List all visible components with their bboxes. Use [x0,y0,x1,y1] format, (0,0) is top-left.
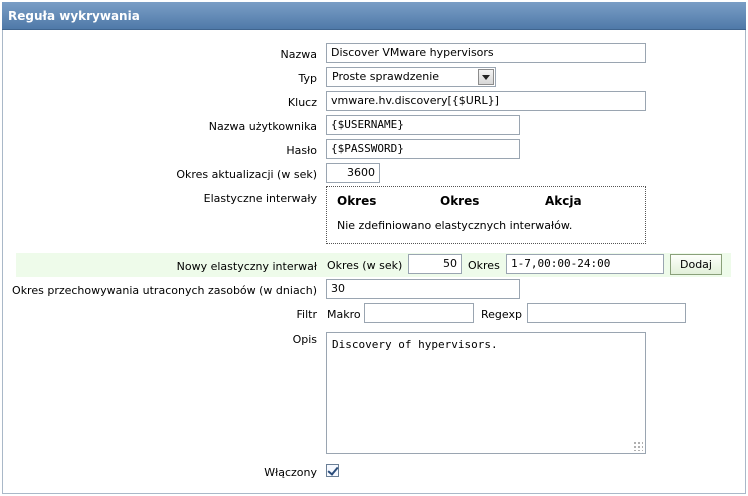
update-interval-input[interactable]: 3600 [326,163,380,183]
add-interval-button[interactable]: Dodaj [670,254,722,275]
filter-regexp-input[interactable] [527,303,686,323]
description-textarea[interactable]: Discovery of hypervisors. [326,332,646,454]
keep-lost-label: Okres przechowywania utraconych zasobów … [12,284,317,297]
new-interval-seconds-label: Okres (w sek) [327,259,403,272]
new-flexible-interval-label: Nowy elastyczny interwał [176,260,317,273]
description-text: Discovery of hypervisors. [332,338,498,351]
key-label: Klucz [287,96,317,109]
column-header-action: Akcja [545,194,582,208]
form-title: Reguła wykrywania [8,9,140,23]
column-header-period-2: Okres [440,194,480,208]
name-label: Nazwa [280,48,317,61]
type-select[interactable]: Proste sprawdzenie [326,67,496,87]
password-input[interactable]: {$PASSWORD} [326,139,520,159]
new-interval-period-input[interactable]: 1-7,00:00-24:00 [506,254,664,274]
enabled-label: Włączony [264,466,317,479]
type-label: Typ [298,72,318,85]
type-select-value: Proste sprawdzenie [332,70,440,83]
flexible-intervals-table: Okres Okres Akcja Nie zdefiniowano elast… [326,186,646,244]
key-input[interactable]: vmware.hv.discovery[{$URL}] [326,91,646,111]
update-interval-label: Okres aktualizacji (w sek) [176,168,317,181]
flexible-intervals-label: Elastyczne interwały [203,192,317,205]
enabled-checkbox[interactable] [326,464,339,477]
new-interval-period-label: Okres [468,259,500,272]
name-input[interactable]: Discover VMware hypervisors [326,43,646,63]
flexible-intervals-empty: Nie zdefiniowano elastycznych interwałów… [337,219,573,232]
username-input[interactable]: {$USERNAME} [326,115,520,135]
password-label: Hasło [286,144,317,157]
filter-macro-label: Makro [327,308,361,321]
new-interval-seconds-input[interactable]: 50 [408,254,462,274]
chevron-down-icon[interactable] [478,69,494,85]
column-header-period: Okres [337,194,377,208]
username-label: Nazwa użytkownika [208,120,317,133]
resize-grip-icon[interactable] [633,441,643,451]
filter-label: Filtr [296,308,317,321]
keep-lost-input[interactable]: 30 [326,279,520,299]
filter-regexp-label: Regexp [481,308,522,321]
description-label: Opis [292,333,317,346]
form-header: Reguła wykrywania [2,2,746,30]
filter-macro-input[interactable] [364,303,474,323]
